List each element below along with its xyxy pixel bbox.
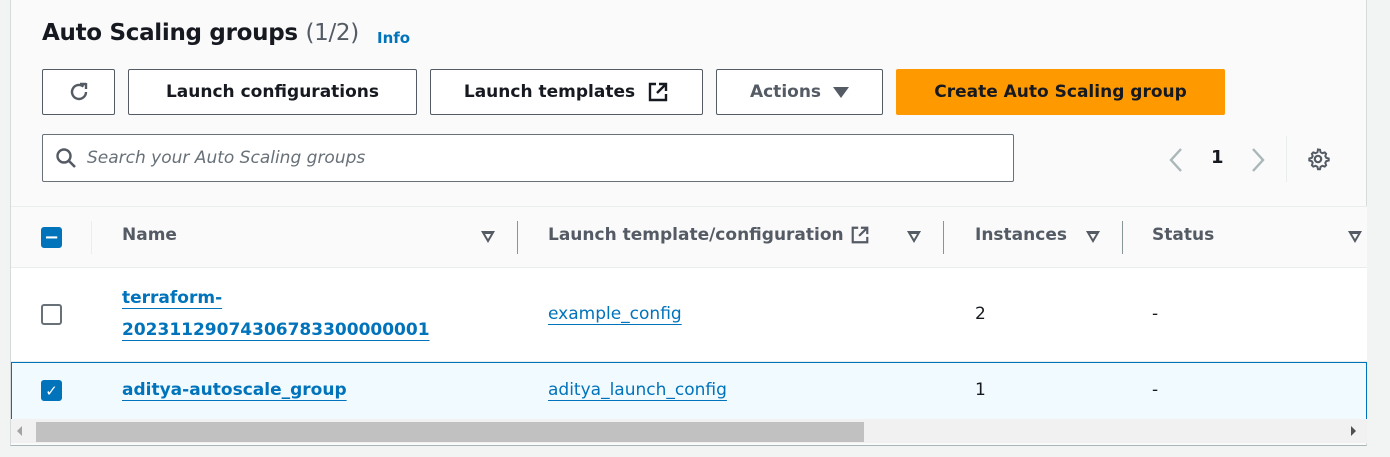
asg-name-link[interactable]: terraform- — [122, 282, 222, 314]
sort-icon[interactable] — [907, 231, 921, 243]
actions-label: Actions — [749, 82, 822, 102]
refresh-button[interactable] — [42, 69, 115, 115]
horizontal-scrollbar[interactable] — [11, 419, 1367, 443]
create-auto-scaling-group-button[interactable]: Create Auto Scaling group — [896, 69, 1225, 115]
launch-templates-button[interactable]: Launch templates — [430, 69, 703, 115]
column-divider[interactable] — [943, 221, 944, 254]
scroll-left-arrow-icon[interactable] — [17, 426, 22, 436]
instances-count: 1 — [975, 380, 986, 400]
column-header-label: Launch template/configuration — [548, 225, 844, 245]
table-row[interactable]: terraform- 20231129074306783300000001 ex… — [11, 268, 1367, 362]
selection-count: (1/2) — [305, 20, 359, 46]
scroll-right-arrow-icon[interactable] — [1351, 426, 1356, 436]
status-value: - — [1152, 380, 1159, 400]
title-text: Auto Scaling groups — [42, 20, 298, 46]
next-page-icon[interactable] — [1249, 147, 1267, 173]
launch-templates-label: Launch templates — [463, 82, 636, 102]
info-link[interactable]: Info — [377, 29, 410, 47]
auto-scaling-groups-table: − Name Launch template/configuration Ins… — [11, 206, 1367, 420]
previous-page-icon[interactable] — [1167, 147, 1185, 173]
sort-icon[interactable] — [481, 231, 495, 243]
refresh-icon — [70, 82, 87, 101]
column-divider — [91, 221, 92, 254]
column-header-launch-template[interactable]: Launch template/configuration — [548, 225, 870, 245]
external-link-icon — [851, 226, 869, 244]
column-header-status[interactable]: Status — [1152, 225, 1214, 245]
launch-configurations-button[interactable]: Launch configurations — [128, 69, 417, 115]
status-value: - — [1152, 304, 1159, 324]
row-checkbox-checked[interactable]: ✓ — [41, 380, 62, 401]
settings-gear-icon[interactable] — [1306, 147, 1330, 171]
search-field[interactable] — [42, 134, 1014, 182]
search-input[interactable] — [87, 148, 987, 168]
asg-name-link-cont[interactable]: 20231129074306783300000001 — [122, 314, 430, 346]
column-divider[interactable] — [517, 221, 518, 254]
actions-dropdown[interactable]: Actions — [716, 69, 883, 115]
column-header-name[interactable]: Name — [122, 225, 177, 245]
select-all-checkbox[interactable]: − — [41, 227, 62, 248]
launch-config-link[interactable]: aditya_launch_config — [548, 374, 727, 406]
launch-config-link[interactable]: example_config — [548, 298, 682, 330]
caret-down-icon — [833, 86, 850, 98]
scrollbar-thumb[interactable] — [36, 422, 864, 442]
table-row-selected[interactable]: ✓ aditya-autoscale_group aditya_launch_c… — [11, 362, 1367, 420]
current-page[interactable]: 1 — [1211, 147, 1224, 168]
sort-icon[interactable] — [1348, 231, 1362, 243]
instances-count: 2 — [975, 304, 986, 324]
sort-icon[interactable] — [1086, 231, 1100, 243]
external-link-icon — [648, 82, 668, 102]
pagination-divider — [1286, 136, 1287, 182]
page-title: Auto Scaling groups (1/2) — [42, 20, 359, 46]
search-icon — [56, 148, 76, 168]
auto-scaling-groups-panel: Auto Scaling groups (1/2) Info Launch co… — [10, 0, 1367, 446]
column-header-instances[interactable]: Instances — [975, 225, 1067, 245]
row-checkbox[interactable] — [41, 304, 62, 325]
asg-name-link[interactable]: aditya-autoscale_group — [122, 374, 347, 406]
table-header: − Name Launch template/configuration Ins… — [11, 207, 1367, 268]
column-divider[interactable] — [1122, 221, 1123, 254]
